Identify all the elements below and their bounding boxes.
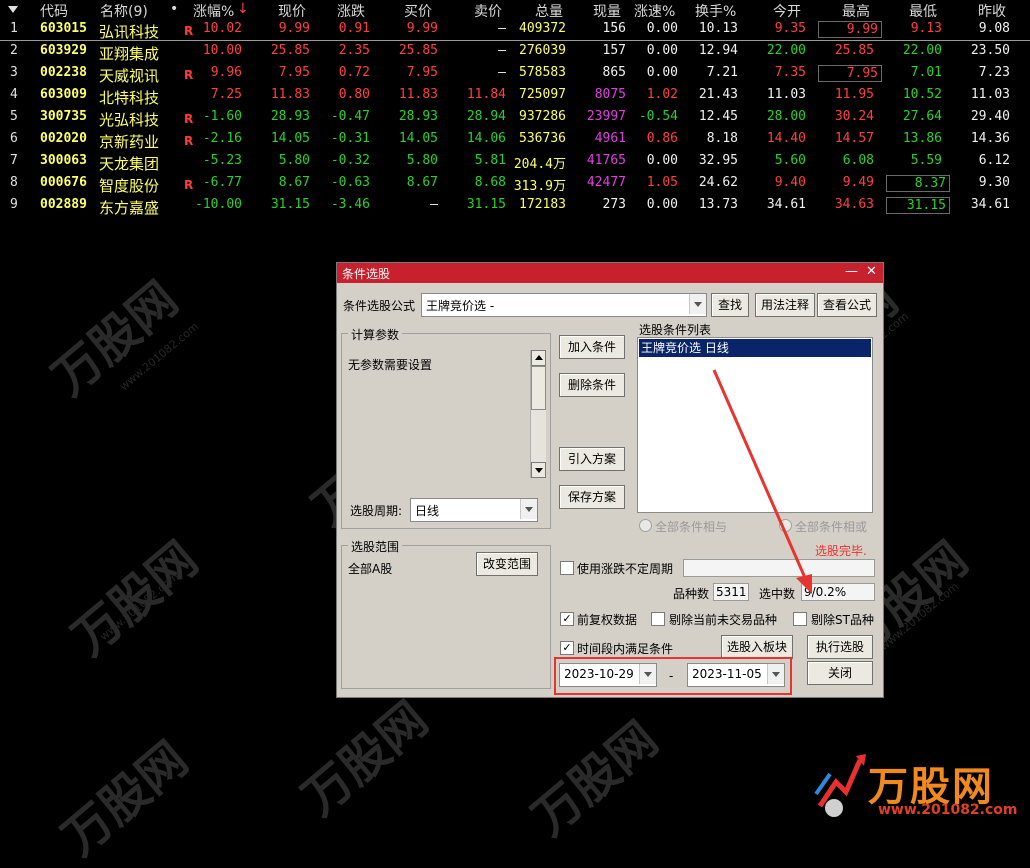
logo-site: www.201082.com — [878, 802, 1018, 818]
logo-mark-icon — [814, 754, 866, 817]
brand-logo: 万股网 www.201082.com — [812, 748, 1022, 824]
annotation-arrow — [712, 369, 812, 594]
